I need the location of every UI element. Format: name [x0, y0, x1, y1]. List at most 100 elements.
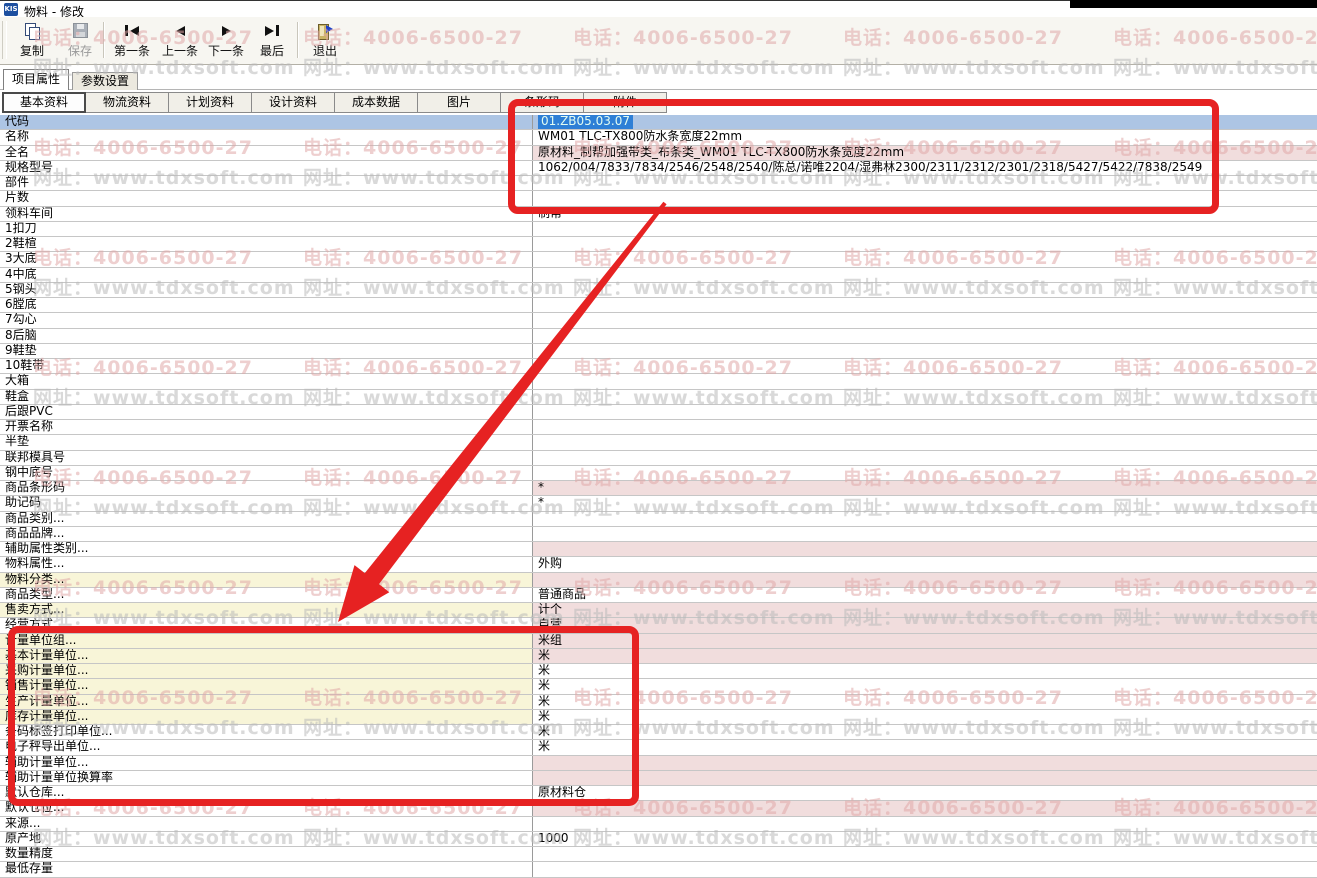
next-record-icon — [222, 22, 231, 39]
row-label: 销售计量单位... — [0, 679, 533, 693]
subtab-cost[interactable]: 成本数据 — [334, 92, 418, 113]
row-label: 计量单位组... — [0, 634, 533, 648]
grid-row: 辅助属性类别... — [0, 542, 1317, 557]
row-value[interactable]: 1062/004/7833/7834/2546/2548/2540/陈总/诺唯2… — [533, 161, 1317, 175]
row-value[interactable]: 米 — [533, 649, 1317, 663]
grid-row: 9鞋垫 — [0, 344, 1317, 359]
row-value[interactable]: 米 — [533, 695, 1317, 709]
row-value[interactable] — [533, 374, 1317, 388]
tab-parameter-settings[interactable]: 参数设置 — [72, 72, 138, 90]
row-value[interactable]: 米 — [533, 710, 1317, 724]
row-label: 名称 — [0, 130, 533, 144]
row-value[interactable] — [533, 329, 1317, 343]
subtab-picture[interactable]: 图片 — [417, 92, 501, 113]
row-label: 商品条形码 — [0, 481, 533, 495]
row-value[interactable] — [533, 771, 1317, 785]
save-button[interactable]: 保存 — [57, 20, 103, 61]
grid-row: 规格型号1062/004/7833/7834/2546/2548/2540/陈总… — [0, 161, 1317, 176]
row-label: 片数 — [0, 191, 533, 205]
row-value[interactable] — [533, 862, 1317, 876]
row-label: 经营方式 — [0, 618, 533, 632]
row-value[interactable]: 原材料_制帮加强带类_布条类_WM01 TLC-TX800防水条宽度22mm — [533, 146, 1317, 160]
row-value[interactable]: 米 — [533, 664, 1317, 678]
grid-row: 经营方式自营 — [0, 618, 1317, 633]
row-value[interactable]: 计个 — [533, 603, 1317, 617]
row-value[interactable]: 米 — [533, 725, 1317, 739]
grid-row: 采购计量单位...米 — [0, 664, 1317, 679]
row-value[interactable]: * — [533, 481, 1317, 495]
grid-row: 半垫 — [0, 435, 1317, 450]
row-value[interactable]: 米组 — [533, 634, 1317, 648]
toolbar: 复制 保存 第一条 上一条 下一条 最后 退出 — [0, 17, 1317, 65]
row-value[interactable] — [533, 420, 1317, 434]
row-value[interactable] — [533, 405, 1317, 419]
row-value[interactable] — [533, 435, 1317, 449]
row-value[interactable]: WM01 TLC-TX800防水条宽度22mm — [533, 130, 1317, 144]
grid-row: 来源... — [0, 817, 1317, 832]
previous-record-button[interactable]: 上一条 — [157, 20, 203, 61]
grid-row: 计量单位组...米组 — [0, 634, 1317, 649]
row-value[interactable]: * — [533, 496, 1317, 510]
row-value[interactable] — [533, 466, 1317, 480]
row-value[interactable] — [533, 252, 1317, 266]
row-value[interactable] — [533, 298, 1317, 312]
exit-button[interactable]: 退出 — [302, 20, 348, 61]
row-label: 鞋盒 — [0, 390, 533, 404]
grid-row: 大箱 — [0, 374, 1317, 389]
row-value[interactable] — [533, 344, 1317, 358]
subtab-design[interactable]: 设计资料 — [251, 92, 335, 113]
row-label: 10鞋带 — [0, 359, 533, 373]
row-value[interactable] — [533, 801, 1317, 815]
row-label: 默认仓库... — [0, 786, 533, 800]
save-icon — [73, 22, 88, 39]
row-value[interactable] — [533, 847, 1317, 861]
grid-row: 商品类别... — [0, 512, 1317, 527]
row-value[interactable] — [533, 817, 1317, 831]
row-value[interactable]: 1000 — [533, 832, 1317, 846]
row-value[interactable]: 外购 — [533, 557, 1317, 571]
row-value[interactable]: 普通商品 — [533, 588, 1317, 602]
row-value[interactable]: 米 — [533, 679, 1317, 693]
row-value[interactable] — [533, 390, 1317, 404]
row-value[interactable] — [533, 176, 1317, 190]
grid-row: 5钢头 — [0, 283, 1317, 298]
subtab-planning[interactable]: 计划资料 — [168, 92, 252, 113]
next-record-button[interactable]: 下一条 — [203, 20, 249, 61]
row-value[interactable] — [533, 756, 1317, 770]
row-value[interactable] — [533, 573, 1317, 587]
subtab-logistics[interactable]: 物流资料 — [85, 92, 169, 113]
row-value[interactable]: 01.ZB05.03.07 — [533, 115, 1317, 129]
row-value[interactable] — [533, 268, 1317, 282]
tab-item-properties[interactable]: 项目属性 — [3, 69, 69, 90]
row-label: 来源... — [0, 817, 533, 831]
row-label: 2鞋楦 — [0, 237, 533, 251]
subtab-barcode[interactable]: 条形码 — [500, 92, 584, 113]
copy-icon — [25, 22, 40, 39]
row-label: 电子秤导出单位... — [0, 740, 533, 754]
row-value[interactable] — [533, 542, 1317, 556]
row-label: 8后脑 — [0, 329, 533, 343]
row-value[interactable] — [533, 222, 1317, 236]
last-record-button[interactable]: 最后 — [249, 20, 295, 61]
row-value[interactable] — [533, 237, 1317, 251]
row-value[interactable]: 制帮 — [533, 207, 1317, 221]
row-value[interactable] — [533, 527, 1317, 541]
first-record-button[interactable]: 第一条 — [109, 20, 155, 61]
row-label: 助记码 — [0, 496, 533, 510]
row-value[interactable] — [533, 512, 1317, 526]
row-value[interactable]: 自营 — [533, 618, 1317, 632]
row-label: 物料属性... — [0, 557, 533, 571]
copy-button[interactable]: 复制 — [9, 20, 55, 61]
subtab-basic[interactable]: 基本资料 — [2, 92, 86, 113]
row-value[interactable] — [533, 313, 1317, 327]
row-value[interactable] — [533, 451, 1317, 465]
row-value[interactable] — [533, 191, 1317, 205]
row-label: 3大底 — [0, 252, 533, 266]
subtab-attachment[interactable]: 附件 — [583, 92, 667, 113]
row-value[interactable]: 米 — [533, 740, 1317, 754]
row-value[interactable] — [533, 359, 1317, 373]
grid-row: 数量精度 — [0, 847, 1317, 862]
row-value[interactable] — [533, 283, 1317, 297]
material-edit-window: KIS 物料 - 修改 复制 保存 第一条 上一条 下一条 最后 — [0, 0, 1317, 878]
row-value[interactable]: 原材料仓 — [533, 786, 1317, 800]
